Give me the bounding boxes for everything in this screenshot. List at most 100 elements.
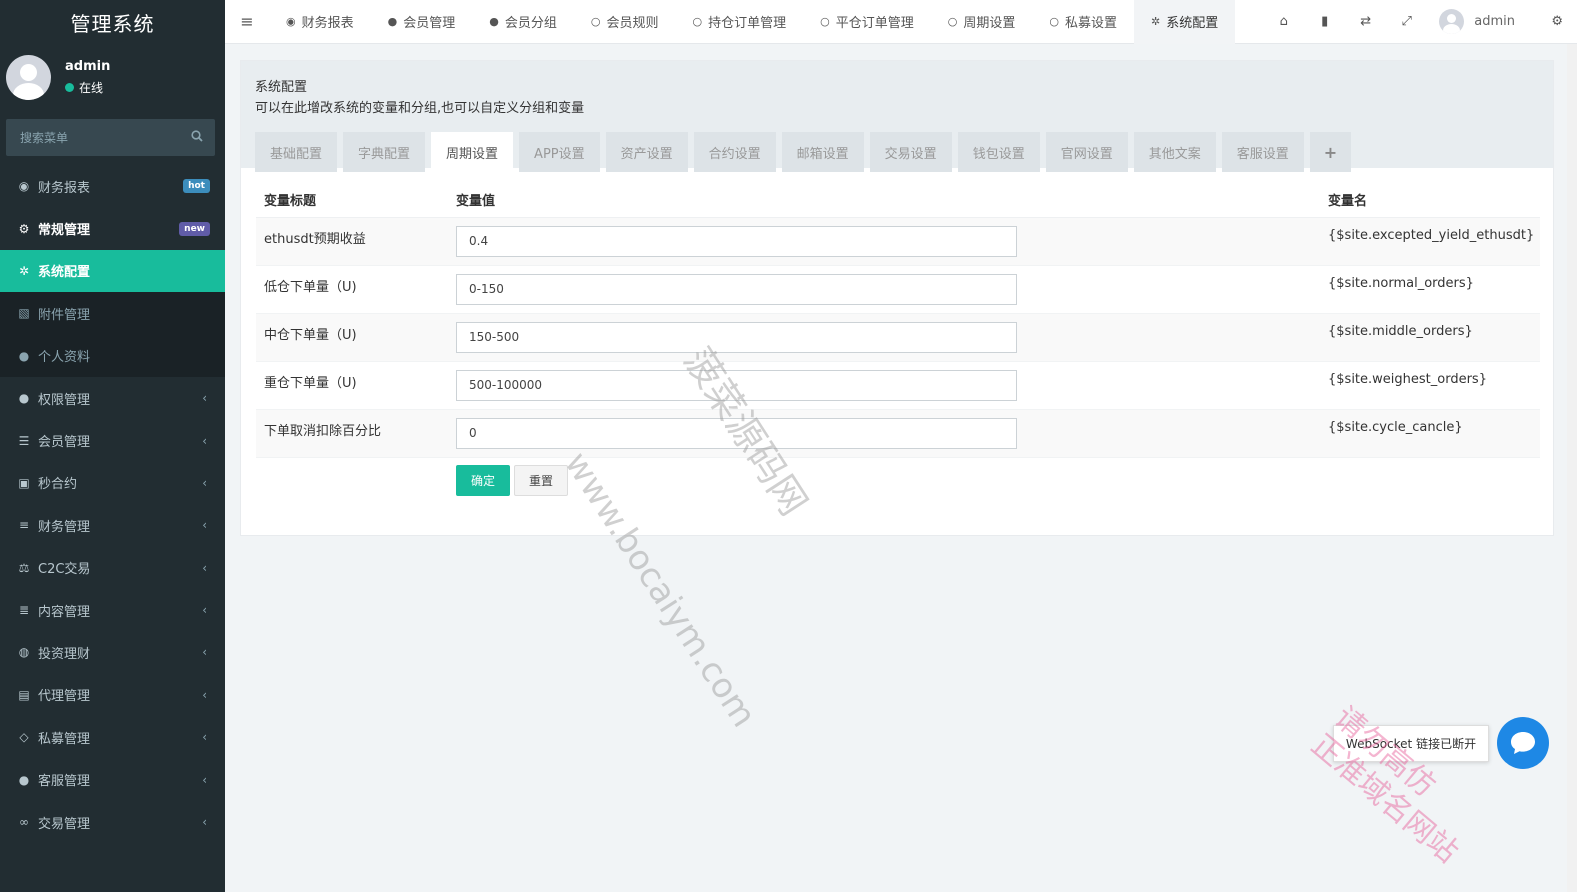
fullscreen-icon[interactable]: ⤢	[1386, 14, 1427, 29]
sidebar-item-finance-report[interactable]: ◉ 财务报表 hot	[0, 165, 225, 207]
sidebar-item-c2c[interactable]: ⚖ C2C交易 ‹	[0, 547, 225, 589]
websocket-toast: WebSocket 链接已断开	[1333, 725, 1489, 762]
tab-label: 会员分组	[504, 16, 557, 31]
user-menu[interactable]: admin	[1439, 9, 1515, 34]
config-panel: 系统配置 可以在此增改系统的变量和分组,也可以自定义分组和变量 基础配置 字典配…	[240, 60, 1554, 536]
sidebar-item-second-contract[interactable]: ▣ 秒合约 ‹	[0, 462, 225, 504]
search-icon[interactable]	[191, 130, 203, 145]
sidebar-item-investment[interactable]: ◍ 投资理财 ‹	[0, 631, 225, 673]
diamond-icon: ◇	[19, 730, 29, 745]
tab-customer-service[interactable]: 客服设置	[1221, 132, 1304, 172]
variable-value-input[interactable]	[456, 225, 1017, 257]
sidebar-item-members[interactable]: ☰ 会员管理 ‹	[0, 419, 225, 461]
variable-value-input[interactable]	[456, 417, 1017, 449]
tab-member-groups[interactable]: ● 会员分组	[472, 0, 574, 44]
sidebar-item-attachments[interactable]: ▧ 附件管理	[0, 292, 225, 335]
menu-toggle-icon[interactable]: ≡	[225, 12, 269, 31]
config-tabs: 基础配置 字典配置 周期设置 APP设置 资产设置 合约设置 邮箱设置 交易设置…	[255, 132, 1553, 172]
tab-system-config[interactable]: ✲ 系统配置	[1134, 0, 1236, 44]
tab-app[interactable]: APP设置	[519, 132, 600, 172]
add-tab-icon[interactable]: +	[1309, 132, 1352, 172]
tab-members[interactable]: ● 会员管理	[371, 0, 473, 44]
hot-badge: hot	[183, 179, 210, 194]
settings-icon[interactable]: ⚙	[1551, 14, 1563, 29]
sidebar-item-label: 代理管理	[38, 689, 91, 705]
chevron-left-icon: ‹	[202, 687, 207, 702]
tab-label: 周期设置	[963, 16, 1016, 31]
sidebar-item-customer-service[interactable]: ● 客服管理 ‹	[0, 758, 225, 800]
sidebar-item-label: 会员管理	[38, 435, 91, 451]
tab-private-fund-settings[interactable]: ○ 私募设置	[1032, 0, 1134, 44]
chevron-left-icon: ‹	[202, 730, 207, 745]
tab-assets[interactable]: 资产设置	[605, 132, 688, 172]
sidebar-item-label: 财务报表	[38, 180, 91, 196]
chevron-left-icon: ‹	[202, 815, 207, 830]
menu-search-input[interactable]	[20, 130, 170, 145]
tab-finance-report[interactable]: ◉ 财务报表	[269, 0, 371, 44]
sidebar-item-general[interactable]: ⚙ 常规管理 new	[0, 207, 225, 249]
tab-open-orders[interactable]: ○ 持仓订单管理	[676, 0, 804, 44]
variable-name: {$site.excepted_yield_ethusdt}	[1320, 217, 1540, 266]
chat-bubble-icon	[1511, 732, 1535, 754]
chevron-left-icon: ‹	[202, 433, 207, 448]
sidebar-item-label: 投资理财	[38, 646, 91, 662]
sidebar-item-permissions[interactable]: ● 权限管理 ‹	[0, 377, 225, 419]
tab-trading[interactable]: 交易设置	[869, 132, 952, 172]
sidebar-item-system-config[interactable]: ✲ 系统配置	[0, 249, 225, 293]
brand-title: 管理系统	[0, 0, 225, 44]
sidebar-item-label: 个人资料	[38, 350, 91, 366]
reset-button[interactable]: 重置	[514, 465, 569, 496]
user-panel: admin 在线	[0, 44, 225, 110]
cogs-icon: ⚙	[18, 221, 30, 236]
column-header: 变量名	[1320, 183, 1540, 218]
variable-value-input[interactable]	[456, 369, 1017, 401]
sidebar-item-label: 常规管理	[38, 223, 91, 239]
scrollbar[interactable]	[1567, 44, 1577, 892]
panel-title: 系统配置	[255, 80, 308, 95]
sidebar-item-label: 系统配置	[38, 265, 91, 281]
chat-button[interactable]	[1497, 717, 1549, 769]
submit-button[interactable]: 确定	[456, 465, 511, 496]
tab-email[interactable]: 邮箱设置	[781, 132, 864, 172]
sidebar-item-label: 客服管理	[38, 774, 91, 790]
config-table: 变量标题 变量值 变量名 ethusdt预期收益 {$site.excepted…	[256, 183, 1540, 458]
sidebar-item-profile[interactable]: ● 个人资料	[0, 334, 225, 377]
sidebar-item-private-fund[interactable]: ◇ 私募管理 ‹	[0, 716, 225, 758]
database-icon: ≡	[18, 518, 30, 533]
tab-contract[interactable]: 合约设置	[693, 132, 776, 172]
sidebar-item-agent[interactable]: ▤ 代理管理 ‹	[0, 674, 225, 716]
chevron-left-icon: ‹	[202, 475, 207, 490]
panel-description: 可以在此增改系统的变量和分组,也可以自定义分组和变量	[255, 101, 585, 116]
tab-label: 系统配置	[1166, 16, 1219, 31]
sidebar-item-trade[interactable]: ∞ 交易管理 ‹	[0, 801, 225, 843]
online-dot-icon	[65, 82, 74, 92]
home-icon[interactable]: ⌂	[1263, 14, 1304, 29]
sidebar-menu: ◉ 财务报表 hot ⚙ 常规管理 new ✲ 系统配置 ▧ 附件管理 ● 个人资料 ● 权限管…	[0, 165, 225, 843]
tab-closed-orders[interactable]: ○ 平仓订单管理	[803, 0, 931, 44]
column-header: 变量标题	[256, 183, 448, 218]
compass-icon: ◍	[18, 645, 30, 660]
sidebar-item-content[interactable]: ≣ 内容管理 ‹	[0, 589, 225, 631]
tab-website[interactable]: 官网设置	[1045, 132, 1128, 172]
tab-cycle-settings[interactable]: ○ 周期设置	[931, 0, 1033, 44]
variable-value-input[interactable]	[456, 273, 1017, 305]
panel-header: 系统配置 可以在此增改系统的变量和分组,也可以自定义分组和变量 基础配置 字典配…	[241, 61, 1553, 172]
sidebar-item-finance[interactable]: ≡ 财务管理 ‹	[0, 504, 225, 546]
variable-title: 低仓下单量（U)	[256, 265, 448, 314]
tab-label: 财务报表	[301, 16, 354, 31]
tab-other-copy[interactable]: 其他文案	[1133, 132, 1216, 172]
tab-basic[interactable]: 基础配置	[255, 132, 338, 172]
variable-value-input[interactable]	[456, 321, 1017, 353]
chevron-left-icon: ‹	[202, 645, 207, 660]
trash-icon[interactable]: ▮	[1304, 14, 1345, 29]
comment-icon: ●	[18, 772, 30, 787]
tab-member-rules[interactable]: ○ 会员规则	[574, 0, 676, 44]
sidebar-item-label: 附件管理	[38, 307, 91, 323]
variable-title: 中仓下单量（U)	[256, 313, 448, 362]
tab-wallet[interactable]: 钱包设置	[957, 132, 1040, 172]
translate-icon[interactable]: ⇄	[1345, 14, 1386, 29]
tab-dictionary[interactable]: 字典配置	[343, 132, 426, 172]
tab-cycle[interactable]: 周期设置	[431, 132, 514, 172]
tab-label: 会员管理	[403, 16, 456, 31]
top-navbar: ≡ ◉ 财务报表 ● 会员管理 ● 会员分组 ○ 会员规则 ○ 持仓订单管理 ○ 平仓订单管…	[225, 0, 1577, 44]
